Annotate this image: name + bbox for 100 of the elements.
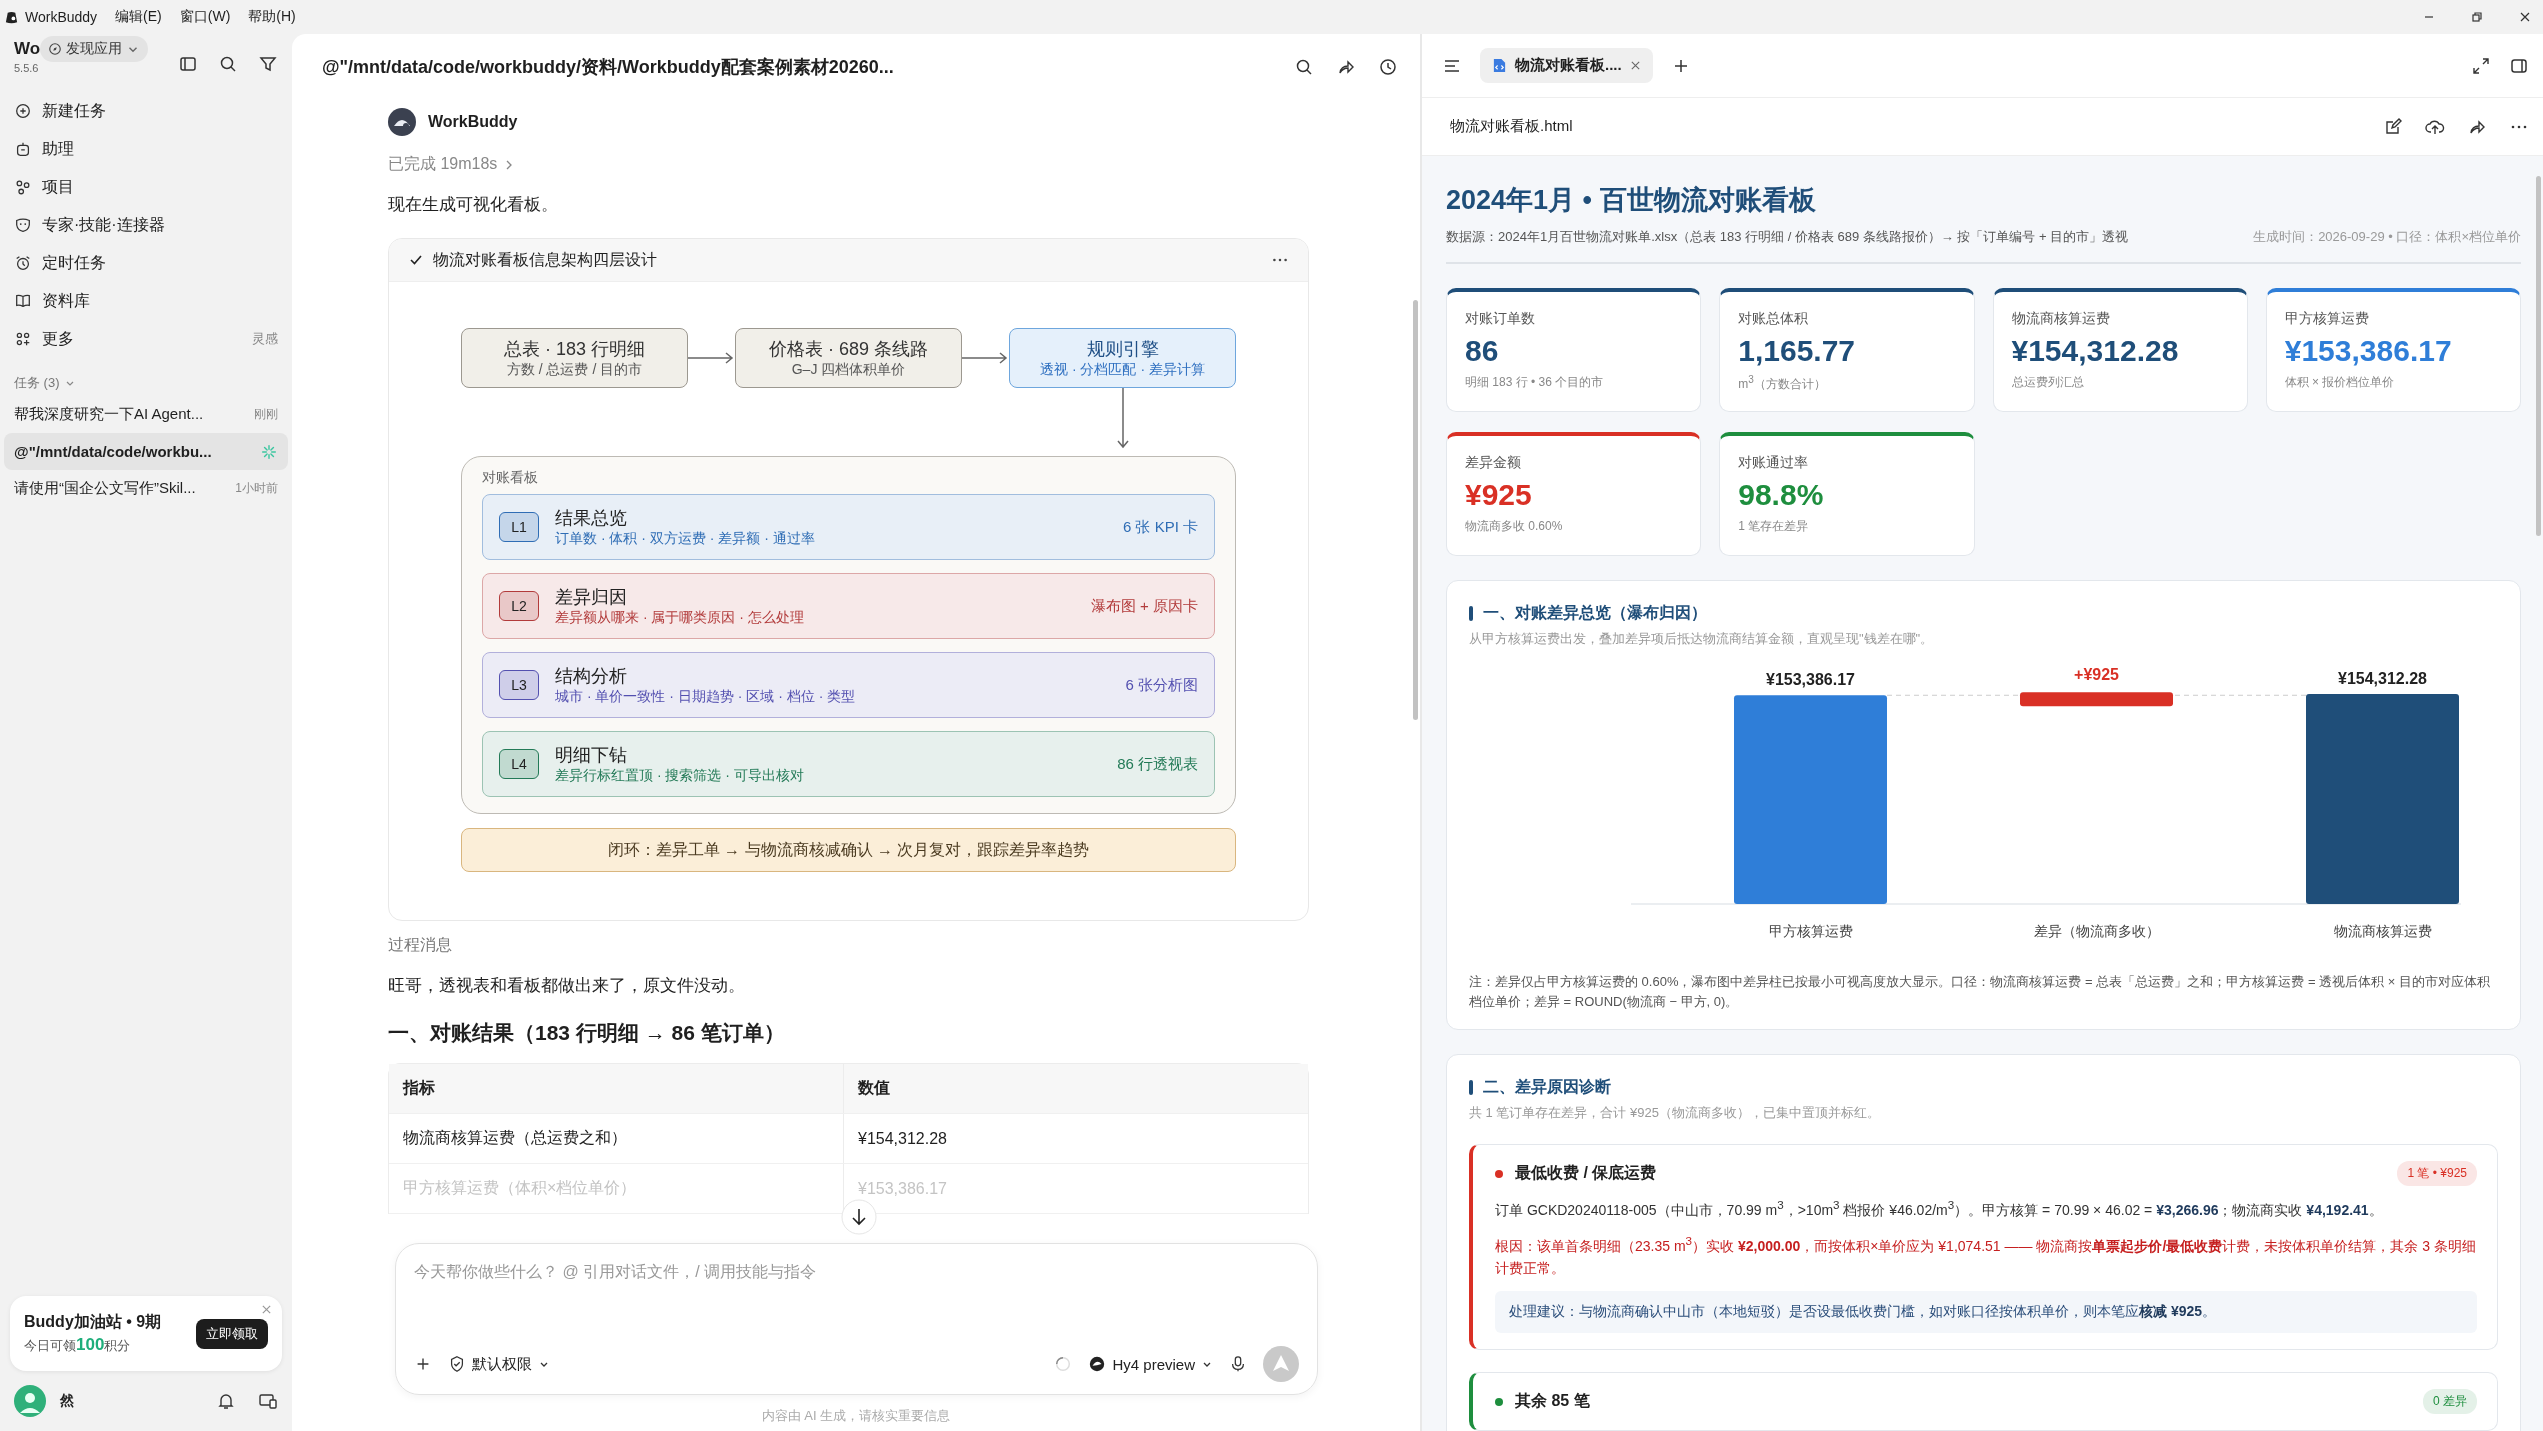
menu-item[interactable]: 编辑(E) <box>115 8 162 26</box>
flow-title: 规则引擎 <box>1086 338 1159 361</box>
column-header: 指标 <box>401 1078 436 1098</box>
filter-icon[interactable] <box>258 54 278 74</box>
nav-label: 新建任务 <box>42 100 107 121</box>
discover-apps-button[interactable]: 发现应用 <box>40 36 149 62</box>
nav-label: 专家·技能·连接器 <box>42 214 166 235</box>
data-source-text: 数据源：2024年1月百世物流对账单.xlsx（总表 183 行明细 / 价格表 689 条线路报价）→ 按「订单编号 + 目的市」透视 <box>1446 228 2129 246</box>
layer-code: L4 <box>499 749 539 779</box>
menu-item[interactable]: 帮助(H) <box>248 8 296 26</box>
value-label: ¥154,312.28 <box>2338 670 2427 687</box>
conversation-title: @"/mnt/data/code/workbuddy/资料/Workbuddy配套案例素材20260... <box>322 56 894 79</box>
process-label[interactable]: 过程消息 <box>388 935 452 956</box>
search-icon[interactable] <box>218 54 238 74</box>
app-title: Wo <box>14 39 41 59</box>
layer-title: 结果总览 <box>555 507 628 530</box>
category-label: 物流商核算运费 <box>2333 923 2432 939</box>
scrollbar[interactable] <box>2536 176 2541 536</box>
kpi-value: 98.8% <box>1738 478 1825 512</box>
completion-status[interactable]: 已完成 19m18s <box>388 154 498 175</box>
kpi-note: 体积 × 报价档位单价 <box>2284 374 2396 391</box>
chart-note: 注：差异仅占甲方核算运费的 0.60%，瀑布图中差异柱已按最小可视高度放大显示。口径：物流商核算运费 = 总表「总运费」之和；甲方核算运费 = 透视后体积 × 目的市对应体积档位单价；差异 = ROUND(物流商 − 甲方, 0)。 <box>1469 973 2491 1011</box>
task-item[interactable]: 帮我深度研究一下AI Agent... 刚刚 <box>4 396 288 433</box>
microphone-icon[interactable] <box>1229 1355 1247 1373</box>
book-icon <box>14 292 32 310</box>
alarm-clock-icon <box>14 254 32 272</box>
layer-code: L1 <box>499 512 539 542</box>
sidebar-toggle-icon[interactable] <box>178 54 198 74</box>
flow-subtitle: 透视 · 分档匹配 · 差异计算 <box>1040 361 1205 379</box>
scroll-down-button[interactable] <box>841 1199 877 1235</box>
report-title: 2024年1月 • 百世物流对账看板 <box>1446 184 1817 217</box>
loading-spinner-icon <box>1054 1355 1073 1373</box>
layer-title: 明细下钻 <box>555 744 628 767</box>
order-detail: 订单 GCKD20240118-005（中山市，70.99 m$^{3}$，>10m$^{3}$ 档报价 ¥46.02/m$^{3}$）。甲方核算 = 70.99 × 46.02 = ¥3,266.96；物流商实收 ¥4,192.41。 <box>1495 1198 2384 1220</box>
nodes-icon <box>14 178 32 196</box>
layer-description: 订单数 · 体积 · 双方运费 · 差异额 · 通过率 <box>555 530 816 548</box>
cause-title: 其余 85 笔 <box>1515 1391 1590 1412</box>
layer-description: 差异额从哪来 · 属于哪类原因 · 怎么处理 <box>555 609 805 627</box>
section-subtitle: 共 1 笔订单存在差异，合计 ¥925（物流商多收），已集中置顶并标红。 <box>1469 1104 1881 1122</box>
bell-icon[interactable] <box>216 1391 236 1411</box>
task-time: 1小时前 <box>235 480 278 497</box>
count-badge: 1 笔 • ¥925 <box>2397 1161 2477 1186</box>
model-selector[interactable]: Hy4 preview <box>1088 1355 1213 1373</box>
kpi-label: 对账总体积 <box>1738 310 1810 328</box>
tasks-header[interactable]: 任务 (3) <box>14 374 60 392</box>
mask-icon <box>14 216 32 234</box>
nav-label: 项目 <box>42 176 75 197</box>
restore-icon[interactable] <box>2471 11 2483 23</box>
file-tab[interactable]: 物流对账看板.... <box>1480 48 1653 83</box>
task-item[interactable]: @"/mnt/data/code/workbu... <box>4 433 288 470</box>
kpi-value: ¥925 <box>1465 478 1533 512</box>
kpi-value: 1,165.77 <box>1738 334 1857 368</box>
history-icon[interactable] <box>1378 57 1398 77</box>
kpi-note: 物流商多收 0.60% <box>1465 518 1564 535</box>
nav-item[interactable]: 新建任务 <box>0 92 292 130</box>
section-subtitle: 从甲方核算运费出发，叠加差异项后抵达物流商结算金额，直观呈现"钱差在哪"。 <box>1469 630 1935 648</box>
advice-box: 处理建议：与物流商确认中山市（本地短驳）是否设最低收费门槛，如对账口径按体积单价，则本笔应核减 ¥925。 <box>1495 1291 2477 1334</box>
expand-icon[interactable] <box>2471 55 2491 76</box>
assistant-avatar <box>388 108 416 136</box>
close-icon[interactable] <box>2519 11 2531 23</box>
avatar[interactable] <box>14 1385 46 1417</box>
nav-item[interactable]: 更多 灵感 <box>0 320 292 358</box>
table-cell-text: 物流商核算运费（总运费之和） <box>402 1128 628 1148</box>
tab-title: 物流对账看板.... <box>1515 56 1622 75</box>
search-icon[interactable] <box>1294 57 1314 77</box>
claim-button[interactable]: 立即领取 <box>196 1318 268 1349</box>
nav-label: 更多 <box>42 328 75 349</box>
layer-title: 结构分析 <box>555 665 628 688</box>
arrow-icon <box>1115 388 1130 450</box>
app-name: WorkBuddy <box>25 9 98 25</box>
board-label: 对账看板 <box>482 469 538 487</box>
nav-item[interactable]: 资料库 <box>0 282 292 320</box>
kpi-label: 差异金额 <box>1465 454 1522 472</box>
edit-icon[interactable] <box>2383 116 2403 137</box>
menu-item[interactable]: 窗口(W) <box>179 8 231 26</box>
kpi-note: 明细 183 行 • 36 个目的市 <box>1465 374 1605 391</box>
permission-dropdown[interactable]: 默认权限 <box>448 1354 550 1374</box>
nav-hint: 灵感 <box>252 330 278 348</box>
layer-tag: 6 张分析图 <box>1125 675 1198 695</box>
arrow-icon <box>688 351 735 365</box>
html-file-icon <box>1492 57 1507 74</box>
task-title: 请使用“国企公文写作”Skil... <box>14 479 197 498</box>
category-label: 甲方核算运费 <box>1768 923 1853 939</box>
nav-item[interactable]: 项目 <box>0 168 292 206</box>
devices-icon[interactable] <box>258 1391 278 1411</box>
nav-item[interactable]: 专家·技能·连接器 <box>0 206 292 244</box>
model-logo-icon <box>1088 1355 1107 1373</box>
more-icon[interactable] <box>1272 257 1288 263</box>
kpi-label: 甲方核算运费 <box>2284 310 2370 328</box>
disclaimer-text: 内容由 AI 生成，请核实重要信息 <box>761 1407 951 1425</box>
scrollbar[interactable] <box>1413 300 1418 720</box>
promo-title: Buddy加油站 • 9期 <box>24 1312 162 1332</box>
card-title: 物流对账看板信息架构四层设计 <box>433 249 657 270</box>
nav-item[interactable]: 助理 <box>0 130 292 168</box>
assistant-name: WorkBuddy <box>428 113 518 131</box>
message-text: 现在生成可视化看板。 <box>388 194 558 216</box>
kpi-label: 对账订单数 <box>1465 310 1536 328</box>
nav-item[interactable]: 定时任务 <box>0 244 292 282</box>
app-logo-icon <box>4 9 19 25</box>
task-item[interactable]: 请使用“国企公文写作”Skil... 1小时前 <box>4 470 288 507</box>
